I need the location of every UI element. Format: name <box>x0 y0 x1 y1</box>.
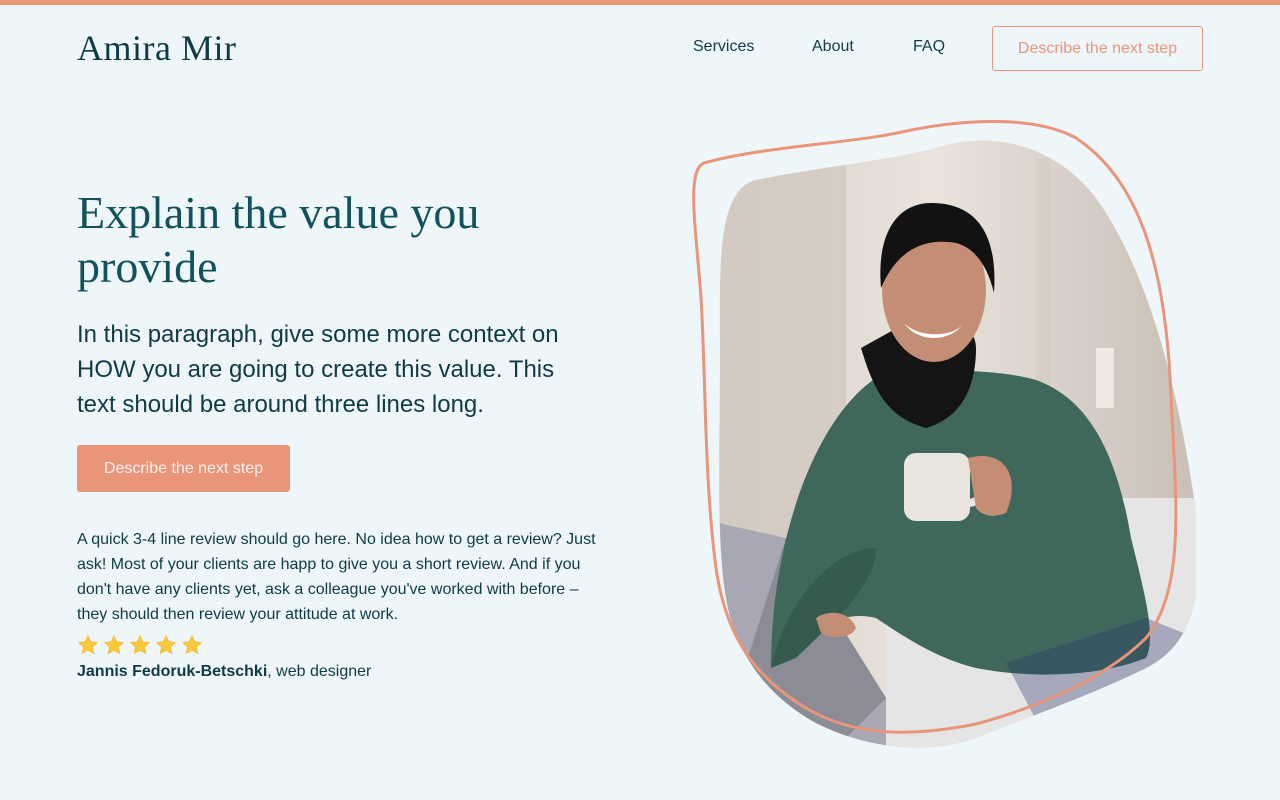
site-header: Amira Mir Services About FAQ Describe th… <box>77 26 1203 72</box>
hero-photo <box>692 120 1196 748</box>
header-cta-button[interactable]: Describe the next step <box>992 26 1203 71</box>
star-icon <box>77 635 99 655</box>
star-icon <box>181 635 203 655</box>
star-icon <box>129 635 151 655</box>
review-author-role: , web designer <box>267 663 372 680</box>
nav-link-services[interactable]: Services <box>693 36 754 58</box>
review-text: A quick 3-4 line review should go here. … <box>77 531 596 623</box>
hero-cta-button[interactable]: Describe the next step <box>77 445 290 492</box>
review-attribution: Jannis Fedoruk-Betschki, web designer <box>77 660 371 684</box>
review-rating <box>77 634 203 658</box>
top-accent-bar <box>0 0 1280 5</box>
star-icon <box>155 635 177 655</box>
nav-link-faq[interactable]: FAQ <box>913 36 945 58</box>
star-icon <box>103 635 125 655</box>
hero-title: Explain the value you provide <box>77 187 480 292</box>
site-logo[interactable]: Amira Mir <box>77 26 236 70</box>
review-author: Jannis Fedoruk-Betschki <box>77 663 268 680</box>
hero-description: In this paragraph, give some more contex… <box>77 321 559 418</box>
nav-link-about[interactable]: About <box>812 36 854 58</box>
